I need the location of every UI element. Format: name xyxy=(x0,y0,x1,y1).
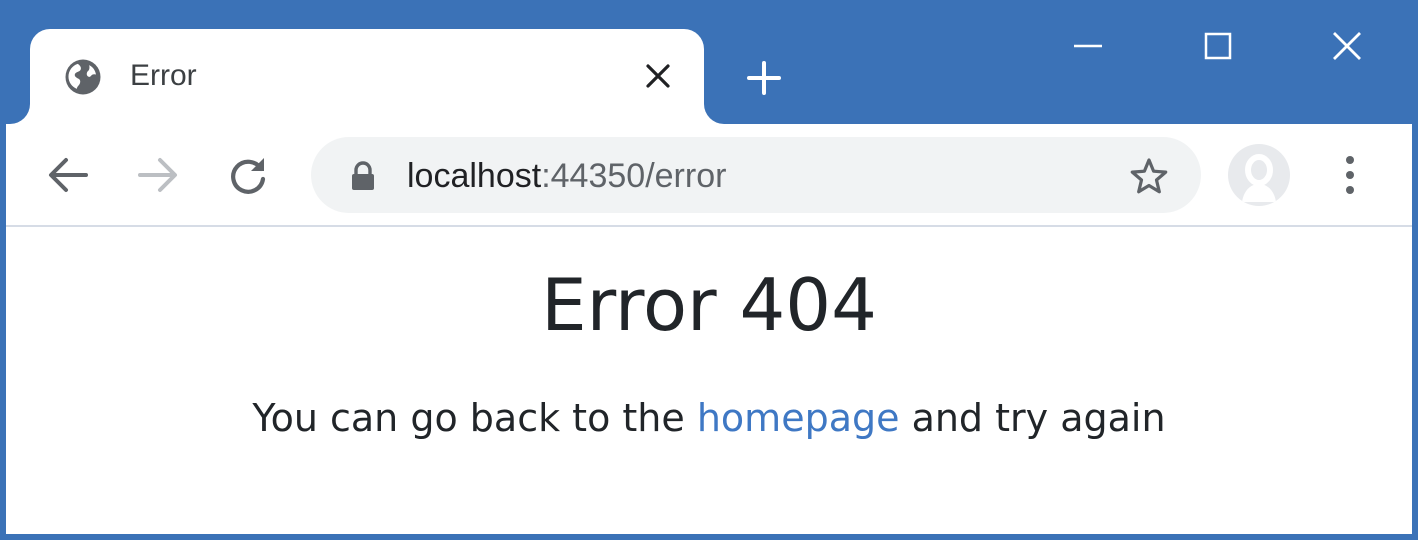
arrow-right-icon xyxy=(138,158,177,192)
back-button[interactable] xyxy=(44,151,92,199)
browser-toolbar: localhost:44350/error xyxy=(6,124,1412,226)
menu-dot xyxy=(1346,171,1354,179)
maximize-button[interactable] xyxy=(1183,20,1253,72)
maximize-icon xyxy=(1204,32,1232,60)
globe-icon xyxy=(62,56,104,98)
page-content: Error 404 You can go back to the homepag… xyxy=(6,227,1412,534)
window-close-button[interactable] xyxy=(1312,20,1382,72)
menu-dot xyxy=(1346,186,1354,194)
reload-button[interactable] xyxy=(224,151,272,199)
arrow-left-icon xyxy=(49,158,88,192)
reload-icon xyxy=(231,158,266,194)
more-menu-button[interactable] xyxy=(1332,151,1368,199)
error-message: You can go back to the homepage and try … xyxy=(6,393,1412,443)
plus-icon xyxy=(747,61,781,95)
browser-window: Error localhost:44350/error Error 404 Yo… xyxy=(0,0,1418,540)
menu-dot xyxy=(1346,156,1354,164)
url-text[interactable]: localhost:44350/error xyxy=(407,156,726,196)
profile-avatar[interactable] xyxy=(1228,144,1290,206)
tab-corner-right xyxy=(704,104,724,124)
minimize-button[interactable] xyxy=(1053,20,1123,72)
address-bar[interactable]: localhost:44350/error xyxy=(311,137,1201,213)
page-title: Error 404 xyxy=(541,263,877,347)
tab-strip: Error xyxy=(0,0,1418,125)
new-tab-button[interactable] xyxy=(740,54,788,102)
lock-icon[interactable] xyxy=(349,161,377,191)
close-icon xyxy=(646,64,670,88)
tab-title: Error xyxy=(130,59,197,92)
bookmark-star-icon[interactable] xyxy=(1127,155,1171,199)
minimize-icon xyxy=(1074,44,1102,48)
url-host: localhost xyxy=(407,157,542,195)
homepage-link[interactable]: homepage xyxy=(697,396,900,440)
close-icon xyxy=(1333,32,1361,60)
url-path: :44350/error xyxy=(541,157,727,195)
message-text-before: You can go back to the xyxy=(252,396,697,440)
tab-corner-left xyxy=(10,104,30,124)
user-icon xyxy=(1242,154,1276,202)
tab-close-button[interactable] xyxy=(640,58,676,94)
forward-button[interactable] xyxy=(134,151,182,199)
message-text-after: and try again xyxy=(899,396,1166,440)
